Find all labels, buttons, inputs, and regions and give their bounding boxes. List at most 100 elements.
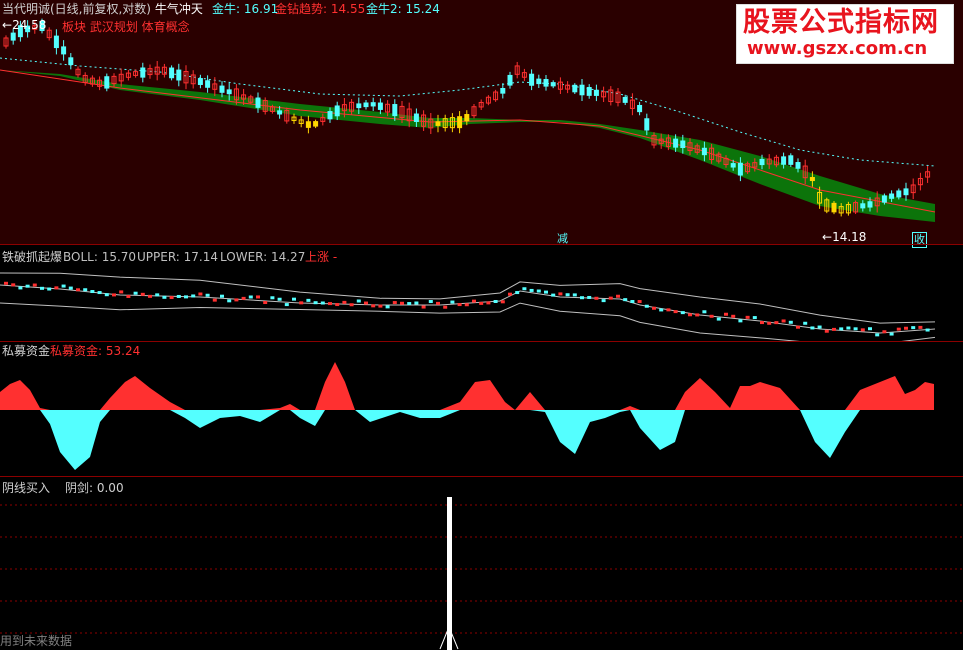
boll-mid-value: BOLL: 15.70: [63, 250, 137, 264]
boll-bar: [659, 308, 664, 312]
boll-bar: [594, 296, 599, 300]
yin-buy-pane[interactable]: 阴线买入 阴剑: 0.00 用到未来数据: [0, 477, 963, 650]
boll-bar: [745, 315, 750, 319]
jinniu-dashed-line: [0, 57, 936, 167]
boll-bar: [601, 299, 606, 303]
boll-bar: [472, 299, 476, 303]
boll-bar: [666, 308, 671, 312]
boll-bar: [443, 305, 448, 309]
boll-bar: [904, 326, 908, 330]
boll-bar: [54, 286, 59, 290]
boll-bar: [493, 299, 498, 303]
boll-bar: [90, 290, 95, 294]
concept-prefix: 板块: [62, 20, 87, 34]
boll-bar: [148, 294, 152, 298]
boll-bar: [889, 332, 894, 336]
boll-bar: [364, 301, 368, 305]
boll-bar: [421, 305, 426, 309]
boll-bar: [824, 329, 829, 333]
boll-bar: [220, 294, 224, 298]
candle-body: [730, 163, 736, 168]
concept-row: 板块 武汉规划 体育概念: [62, 20, 190, 34]
candle-body: [889, 193, 895, 199]
boll-bar: [774, 321, 779, 325]
boll-bar: [853, 327, 858, 331]
boll-bar: [32, 283, 37, 287]
candle-body: [377, 102, 383, 110]
boll-bar: [4, 281, 8, 285]
main-chart-pane[interactable]: 当代明诚(日线,前复权,对数) 牛气冲天 金牛: 16.91 金钻趋势: 14.…: [0, 0, 963, 248]
private-fund-pane[interactable]: 私募资金 私募资金: 53.24: [0, 342, 963, 476]
candle-body: [593, 89, 599, 96]
boll-bar: [630, 300, 635, 304]
boll-bar: [500, 300, 505, 304]
boll-bar: [738, 319, 743, 323]
candle-body: [550, 82, 556, 87]
boll-bar: [385, 305, 390, 309]
candle-body: [543, 78, 549, 87]
jinzuan-trend-value: 金钻趋势: 14.55: [275, 2, 366, 16]
candle-body: [305, 121, 311, 128]
boll-bar: [241, 296, 246, 300]
candle-body: [881, 195, 887, 203]
boll-bar: [479, 301, 484, 305]
candle-body: [370, 102, 376, 107]
boll-bar: [392, 301, 397, 305]
boll-bar: [788, 320, 793, 324]
candle-body: [529, 73, 535, 86]
boll-bar: [529, 288, 534, 292]
candle-body: [737, 162, 743, 176]
yin-buy-canvas[interactable]: [0, 477, 963, 650]
boll-bar: [508, 292, 512, 296]
boll-bar: [414, 301, 419, 305]
boll-pane[interactable]: 铁破抓起爆 BOLL: 15.70 UPPER: 17.14 LOWER: 14…: [0, 245, 963, 341]
boll-bar: [868, 327, 872, 331]
candle-body: [464, 114, 470, 122]
boll-bar: [572, 293, 577, 297]
boll-bar: [457, 303, 462, 307]
boll-bar: [565, 293, 570, 297]
boll-bar: [76, 288, 80, 292]
candle-body: [867, 201, 873, 208]
boll-bar: [702, 310, 707, 314]
boll-bar: [248, 295, 253, 299]
boll-bar: [11, 283, 16, 287]
boll-bar: [724, 312, 728, 316]
boll-bar: [911, 326, 916, 330]
trend-band: [0, 70, 935, 222]
watermark-url: www.gszx.com.cn: [747, 38, 928, 59]
boll-bar: [731, 314, 736, 318]
boll-bar: [760, 321, 764, 325]
candle-body: [435, 121, 441, 126]
boll-bar: [695, 313, 700, 317]
boll-bar: [875, 333, 880, 337]
boll-bar: [83, 288, 88, 292]
candle-body: [205, 80, 211, 88]
private-fund-negative-area: [0, 410, 934, 470]
boll-bar: [522, 287, 527, 291]
boll-bar: [140, 292, 145, 296]
candle-body: [176, 69, 182, 81]
boll-lower-line: [0, 302, 936, 341]
boll-bar: [652, 306, 656, 310]
boll-bar: [97, 291, 102, 295]
candle-body: [586, 87, 592, 96]
boll-bar: [176, 294, 181, 298]
boll-bar: [335, 303, 340, 307]
concept-tags: 武汉规划 体育概念: [89, 20, 190, 34]
boll-bar: [464, 303, 469, 307]
candle-body: [572, 84, 578, 93]
candle-body: [313, 121, 319, 127]
boll-bar: [486, 301, 491, 305]
private-fund-canvas[interactable]: [0, 342, 963, 476]
boll-lower-value: LOWER: 14.27: [220, 250, 306, 264]
candle-body: [140, 67, 146, 78]
boll-bar: [781, 319, 786, 323]
candle-body: [169, 67, 175, 79]
boll-bar: [587, 295, 592, 299]
yin-buy-indicator-name: 阴线买入: [2, 481, 51, 495]
boll-bar: [796, 325, 800, 329]
boll-bar: [25, 284, 30, 288]
boll-bar: [860, 328, 865, 332]
indicator-name: 牛气冲天: [154, 2, 203, 16]
